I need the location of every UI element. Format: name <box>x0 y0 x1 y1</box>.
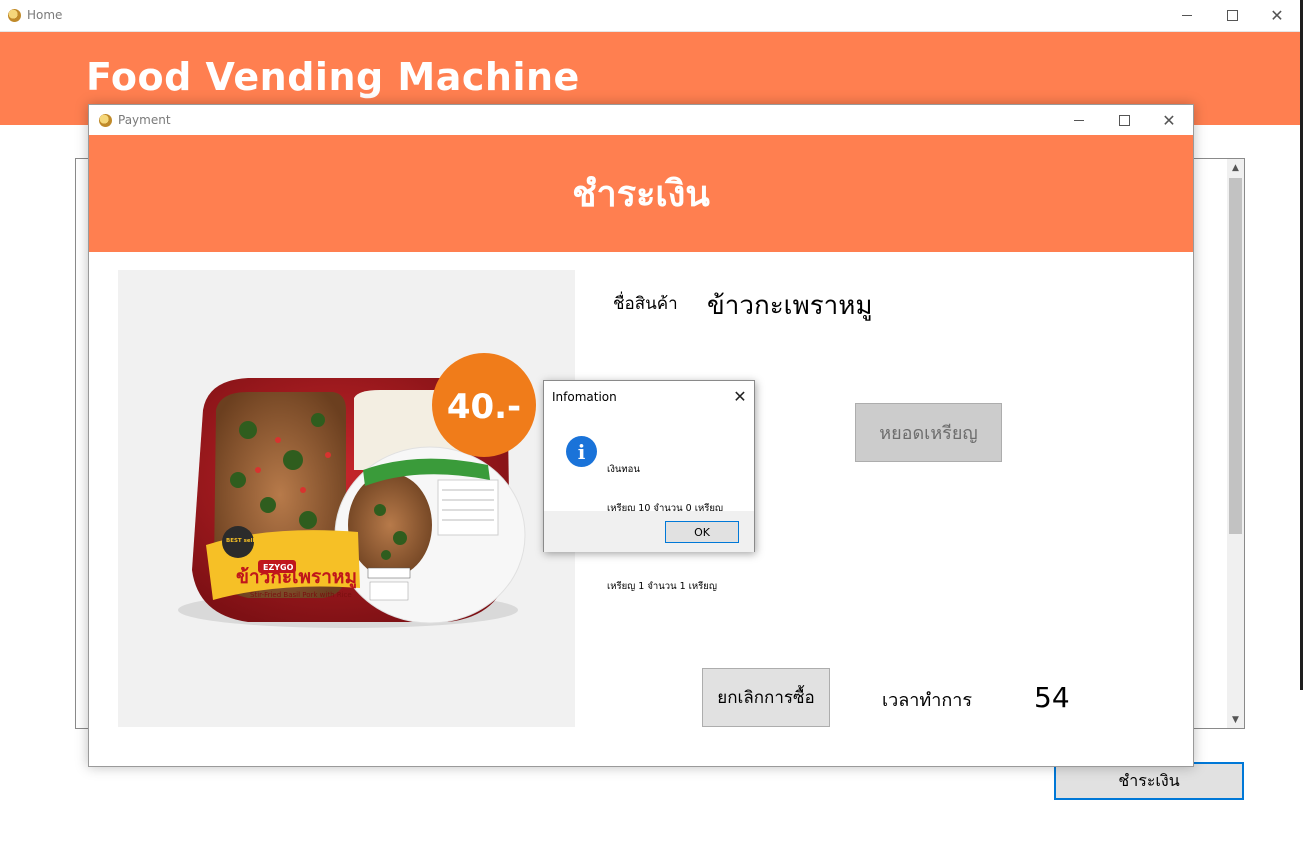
price-badge: 40.- <box>447 387 521 427</box>
timer-label: เวลาทำการ <box>882 690 973 711</box>
minimize-icon[interactable] <box>1164 0 1210 30</box>
home-titlebar: Home ✕ <box>0 0 1303 32</box>
close-icon[interactable]: ✕ <box>1146 105 1192 135</box>
scrollbar-thumb[interactable] <box>1229 178 1242 534</box>
pay-button[interactable]: ชำระเงิน <box>1054 762 1244 800</box>
maximize-icon[interactable] <box>1209 0 1255 30</box>
payment-header: ชำระเงิน <box>89 135 1193 252</box>
info-icon: i <box>566 436 597 467</box>
payment-titlebar: Payment ✕ <box>89 105 1193 135</box>
product-name-value: ข้าวกะเพราหมู <box>707 291 873 321</box>
maximize-icon[interactable] <box>1101 105 1147 135</box>
minimize-icon[interactable] <box>1056 105 1102 135</box>
insert-coin-button[interactable]: หยอดเหรียญ <box>855 403 1002 462</box>
timer-value: 54 <box>1034 681 1070 714</box>
brand-label: EZYGO <box>263 563 294 572</box>
cancel-purchase-button[interactable]: ยกเลิกการซื้อ <box>702 668 830 727</box>
product-photo: ข้าวกะเพราหมู Stir-Fried Basil Pork with… <box>178 353 536 628</box>
message-line: เหรียญ 1 จำนวน 1 เหรียญ <box>607 581 717 592</box>
payment-window-title: Payment <box>118 113 171 127</box>
home-title: Food Vending Machine <box>86 55 580 99</box>
package-subtitle: Stir-Fried Basil Pork with Rice <box>250 591 352 599</box>
app-icon <box>99 114 112 127</box>
dialog-title: Infomation <box>552 390 617 404</box>
product-image: ข้าวกะเพราหมู Stir-Fried Basil Pork with… <box>118 270 575 727</box>
package-title: ข้าวกะเพราหมู <box>236 566 357 589</box>
close-icon[interactable]: ✕ <box>1254 0 1300 30</box>
app-icon <box>8 9 21 22</box>
best-seller-badge: BEST seller <box>226 538 261 544</box>
scroll-down-icon[interactable]: ▼ <box>1227 711 1244 728</box>
message-line: เงินทอน <box>607 464 640 475</box>
home-window-title: Home <box>27 8 63 22</box>
payment-heading: ชำระเงิน <box>572 174 710 215</box>
close-icon[interactable]: ✕ <box>728 385 752 407</box>
scroll-up-icon[interactable]: ▲ <box>1227 159 1244 176</box>
information-dialog: Infomation ✕ i เงินทอน เหรียญ 10 จำนวน 0… <box>543 380 755 592</box>
ok-button[interactable]: OK <box>665 521 739 543</box>
product-name-label: ชื่อสินค้า <box>613 294 678 314</box>
